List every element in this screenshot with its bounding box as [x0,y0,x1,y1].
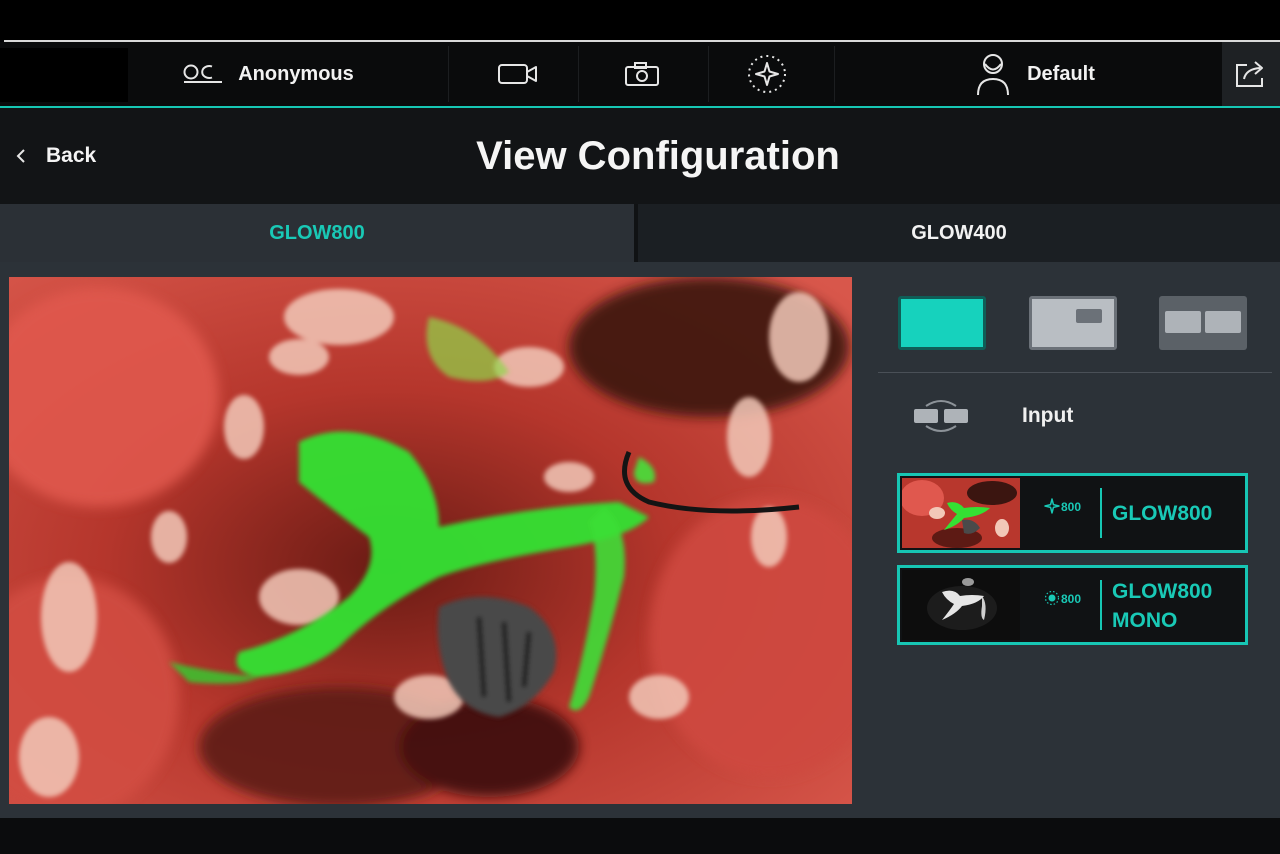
layout-pip-button[interactable] [1029,296,1117,350]
title-bar: Back View Configuration [0,108,1280,204]
status-separator [578,46,579,102]
enhance-button[interactable] [727,42,807,106]
swap-input-icon [912,398,970,434]
source-title-line1: GLOW800 [1112,580,1213,603]
source-glow800-mono[interactable]: 800 GLOW800 MONO [897,565,1248,645]
badge-number: 800 [1061,592,1082,606]
bottom-bar [0,818,1280,854]
record-video-button[interactable] [478,42,558,106]
input-swap-control[interactable]: Input [912,398,1073,434]
mode-tabs: GLOW800 GLOW400 [0,204,1280,262]
source-thumbnail [902,478,1020,548]
patient-id-button[interactable]: Anonymous [168,42,368,106]
share-button[interactable] [1222,42,1280,106]
pip-inset-shape [1076,309,1102,323]
status-separator [448,46,449,102]
sparkle-circle-icon [746,53,788,95]
source-glow800[interactable]: 800 GLOW800 [897,473,1248,553]
panel-divider [878,372,1272,373]
page-title: View Configuration [476,134,840,178]
profile-button[interactable]: Default [960,42,1110,106]
tab-glow400[interactable]: GLOW400 [638,204,1280,262]
split-right-shape [1205,311,1241,333]
photo-camera-icon [624,61,660,87]
status-bar-left-block [0,48,128,102]
source-title-line2: MONO [1112,609,1178,632]
layout-single-view-button[interactable] [898,296,986,350]
source-title: GLOW800 [1112,499,1212,528]
top-black-strip [0,0,1280,40]
surgical-view-image [9,277,852,804]
export-share-icon [1234,59,1268,89]
source-title: GLOW800 MONO [1112,577,1212,635]
profile-name-label: Default [1027,62,1095,85]
source-badge: 800 [1044,590,1081,606]
source-thumbnail [902,570,1020,640]
source-separator [1100,580,1102,630]
tab-glow800[interactable]: GLOW800 [0,204,634,262]
layout-side-by-side-button[interactable] [1159,296,1247,350]
split-left-shape [1165,311,1201,333]
patient-id-icon [182,63,224,85]
input-label: Input [1022,404,1074,427]
status-separator [708,46,709,102]
surgeon-profile-icon [975,51,1011,97]
snapshot-button[interactable] [602,42,682,106]
glow-dot-icon [1044,590,1060,606]
badge-number: 800 [1061,500,1082,514]
video-camera-icon [497,62,539,86]
source-separator [1100,488,1102,538]
status-bar: Anonymous Default [0,42,1280,109]
patient-name-label: Anonymous [238,62,354,85]
source-title-line1: GLOW800 [1112,502,1213,525]
status-separator [834,46,835,102]
source-badge: 800 [1044,498,1081,514]
sparkle-icon [1044,498,1060,514]
